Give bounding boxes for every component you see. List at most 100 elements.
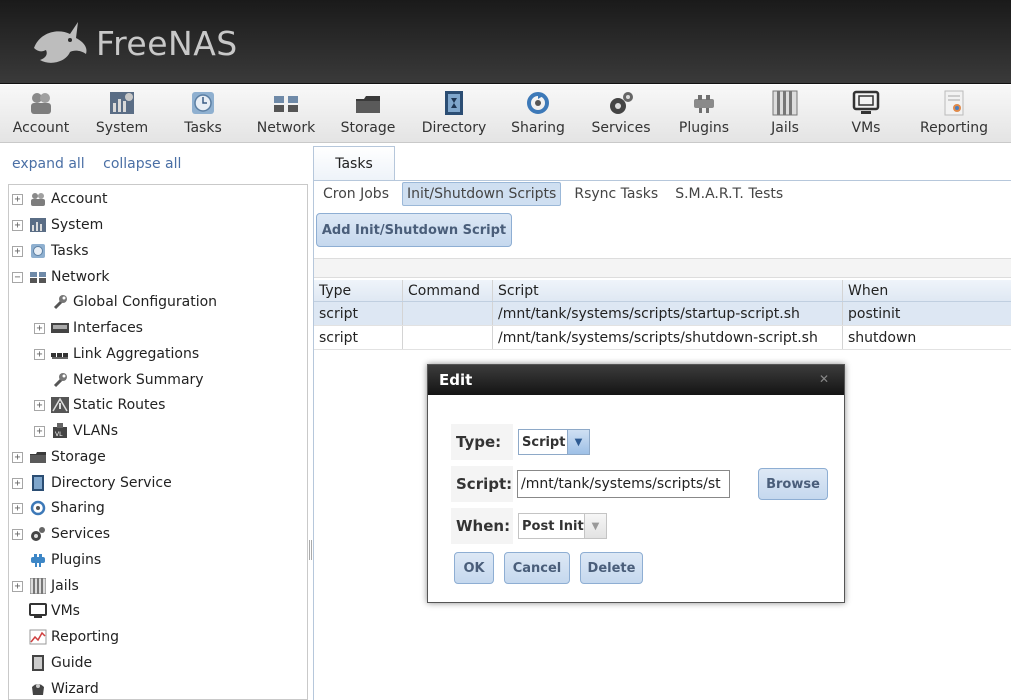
expand-toggle[interactable]: +: [12, 477, 23, 489]
tasks-icon: [189, 90, 217, 116]
toolbar-system[interactable]: System: [94, 90, 150, 140]
when-select[interactable]: Post Init ▼: [518, 513, 607, 539]
guide-icon: [29, 655, 47, 671]
tree-item-wizard[interactable]: Wizard: [12, 678, 99, 699]
plugins-icon: [690, 90, 718, 116]
sharing-icon: [29, 500, 47, 516]
toolbar-vms[interactable]: VMs: [848, 90, 884, 140]
toolbar-jails[interactable]: Jails: [766, 90, 804, 140]
subtab-init-shutdown-scripts[interactable]: Init/Shutdown Scripts: [402, 182, 562, 206]
system-icon: [29, 217, 47, 233]
toolbar-sharing[interactable]: Sharing: [511, 90, 565, 140]
expand-toggle[interactable]: +: [12, 451, 23, 463]
chevron-down-icon[interactable]: ▼: [567, 430, 589, 454]
expand-toggle[interactable]: +: [12, 245, 23, 257]
subtab-rsync-tasks[interactable]: Rsync Tasks: [570, 183, 662, 205]
toolbar-plugins[interactable]: Plugins: [678, 90, 730, 140]
expand-toggle[interactable]: +: [12, 502, 23, 514]
tree-item-vlans[interactable]: + VL VLANs: [34, 420, 118, 442]
toolbar-reporting[interactable]: Reporting: [918, 90, 990, 140]
cell-when: postinit: [848, 305, 901, 322]
column-header-script[interactable]: Script: [493, 280, 843, 301]
collapse-all-link[interactable]: collapse all: [103, 156, 181, 172]
column-header-type[interactable]: Type: [314, 280, 403, 301]
tree-item-interfaces[interactable]: + Interfaces: [34, 317, 143, 339]
expand-toggle[interactable]: +: [12, 580, 23, 592]
expand-toggle[interactable]: +: [34, 322, 45, 334]
grid-header: Type Command Script When: [314, 280, 1011, 302]
type-select[interactable]: Script ▼: [518, 429, 590, 455]
wrench-icon: [51, 294, 69, 310]
ok-button[interactable]: OK: [454, 552, 494, 584]
delete-button[interactable]: Delete: [580, 552, 643, 584]
browse-button[interactable]: Browse: [758, 468, 828, 500]
script-label: Script:: [451, 466, 513, 502]
tree-item-tasks[interactable]: + Tasks: [12, 240, 89, 262]
jails-icon: [771, 90, 799, 116]
panel-splitter[interactable]: [309, 540, 312, 560]
expand-toggle[interactable]: +: [12, 219, 23, 231]
tree-item-link-aggregations[interactable]: + Link Aggregations: [34, 343, 199, 365]
tree-item-services[interactable]: + Services: [12, 523, 110, 545]
cell-script: /mnt/tank/systems/scripts/shutdown-scrip…: [493, 326, 843, 349]
network-icon: [29, 269, 47, 285]
toolbar-tasks[interactable]: Tasks: [182, 90, 224, 140]
expand-toggle[interactable]: +: [34, 425, 45, 437]
tree-item-directory-service[interactable]: + Directory Service: [12, 472, 172, 494]
close-icon[interactable]: ✕: [818, 373, 830, 385]
network-icon: [272, 90, 300, 116]
table-row[interactable]: script /mnt/tank/systems/scripts/startup…: [314, 302, 1011, 326]
expand-toggle[interactable]: +: [34, 399, 45, 411]
scripts-grid: Type Command Script When script /mnt/tan…: [314, 280, 1011, 350]
expand-toggle[interactable]: +: [12, 193, 23, 205]
tree-item-plugins[interactable]: Plugins: [12, 549, 101, 571]
add-init-shutdown-script-button[interactable]: Add Init/Shutdown Script: [316, 213, 512, 247]
expand-toggle[interactable]: +: [34, 348, 45, 360]
collapse-toggle[interactable]: −: [12, 271, 23, 283]
storage-icon: [354, 90, 382, 116]
toolbar-services[interactable]: Services: [591, 90, 651, 140]
script-path-input[interactable]: /mnt/tank/systems/scripts/st: [517, 470, 730, 498]
tree-item-account[interactable]: + Account: [12, 188, 108, 210]
services-icon: [607, 90, 635, 116]
static-routes-icon: [51, 397, 69, 413]
cell-command: [403, 326, 493, 349]
expand-toggle[interactable]: +: [12, 528, 23, 540]
tree-item-reporting[interactable]: Reporting: [12, 626, 119, 648]
expand-all-link[interactable]: expand all: [12, 156, 85, 172]
tree-item-network-summary[interactable]: Network Summary: [34, 369, 204, 391]
dialog-title: Edit: [439, 371, 473, 389]
vlan-icon: VL: [51, 423, 69, 439]
storage-icon: [29, 449, 47, 465]
table-row[interactable]: script /mnt/tank/systems/scripts/shutdow…: [314, 326, 1011, 350]
column-header-when[interactable]: When: [843, 280, 1011, 301]
tree-item-global-configuration[interactable]: Global Configuration: [34, 291, 217, 313]
tree-item-static-routes[interactable]: + Static Routes: [34, 394, 165, 416]
services-icon: [29, 526, 47, 542]
subtab-cron-jobs[interactable]: Cron Jobs: [319, 183, 393, 205]
main-toolbar: Account System Tasks Network Storage Dir…: [0, 85, 1011, 143]
tree-item-network[interactable]: − Network: [12, 266, 109, 288]
wrench-icon: [51, 372, 69, 388]
cancel-button[interactable]: Cancel: [504, 552, 570, 584]
sharing-icon: [524, 90, 552, 116]
toolbar-network[interactable]: Network: [256, 90, 316, 140]
toolbar-account[interactable]: Account: [12, 90, 70, 140]
tree-item-storage[interactable]: + Storage: [12, 446, 106, 468]
tree-expand-bar: expand all collapse all: [12, 156, 195, 172]
chevron-down-icon[interactable]: ▼: [584, 514, 606, 538]
when-label: When:: [451, 508, 513, 544]
account-icon: [27, 90, 55, 116]
subtab-smart-tests[interactable]: S.M.A.R.T. Tests: [671, 183, 787, 205]
tree-item-sharing[interactable]: + Sharing: [12, 497, 105, 519]
toolbar-storage[interactable]: Storage: [339, 90, 397, 140]
column-header-command[interactable]: Command: [403, 280, 493, 301]
toolbar-directory[interactable]: Directory: [420, 90, 488, 140]
cell-command: [403, 302, 493, 325]
vms-icon: [29, 603, 47, 619]
tree-item-vms[interactable]: VMs: [12, 600, 80, 622]
tree-item-system[interactable]: + System: [12, 214, 103, 236]
tab-tasks[interactable]: Tasks: [313, 146, 395, 180]
tree-item-guide[interactable]: Guide: [12, 652, 92, 674]
tree-item-jails[interactable]: + Jails: [12, 575, 79, 597]
